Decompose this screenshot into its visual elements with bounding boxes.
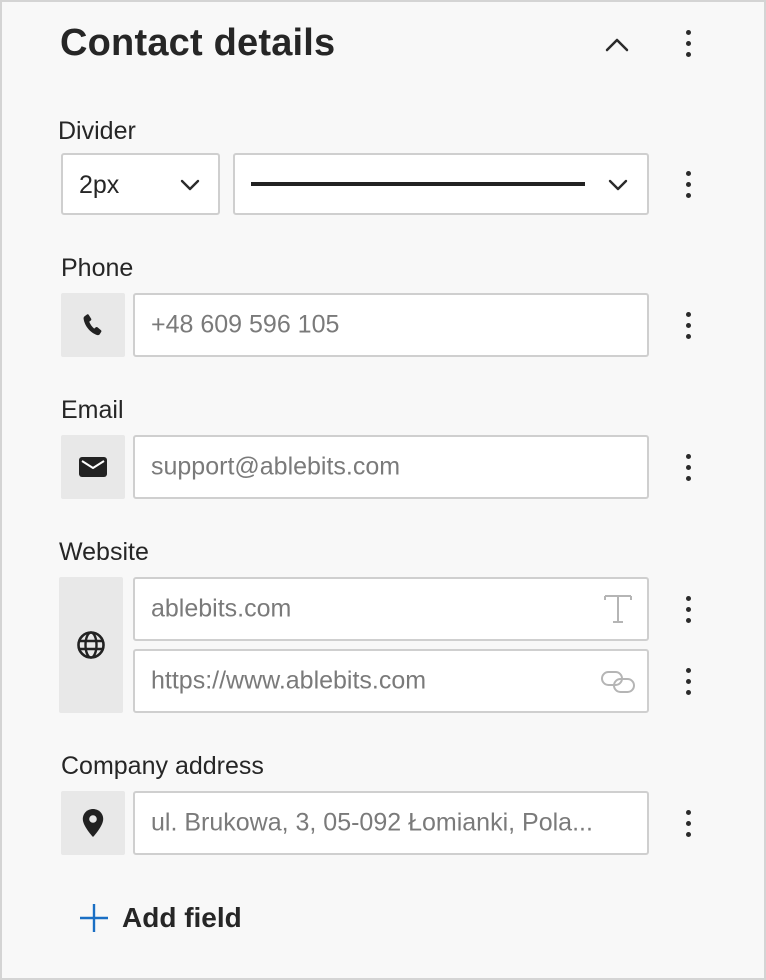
text-format-icon[interactable] bbox=[601, 592, 635, 626]
chevron-down-icon bbox=[608, 179, 628, 191]
address-icon-cell bbox=[61, 791, 125, 855]
email-input-placeholder: support@ablebits.com bbox=[151, 452, 401, 481]
address-more-options-button[interactable] bbox=[673, 803, 703, 843]
address-label: Company address bbox=[61, 752, 264, 780]
panel-title: Contact details bbox=[60, 22, 336, 64]
phone-icon bbox=[83, 314, 102, 336]
panel-more-options-button[interactable] bbox=[673, 23, 703, 63]
divider-label: Divider bbox=[58, 117, 136, 145]
divider-width-value: 2px bbox=[79, 171, 120, 199]
add-field-button[interactable]: Add field bbox=[78, 902, 242, 934]
website-text-input[interactable]: ablebits.com bbox=[133, 577, 649, 641]
divider-more-options-button[interactable] bbox=[673, 164, 703, 204]
chevron-up-icon bbox=[605, 38, 629, 52]
divider-style-select[interactable] bbox=[233, 153, 649, 215]
email-input[interactable]: support@ablebits.com bbox=[133, 435, 649, 499]
website-icon-cell bbox=[59, 577, 123, 713]
add-field-label: Add field bbox=[122, 902, 242, 933]
phone-more-options-button[interactable] bbox=[673, 305, 703, 345]
divider-width-select[interactable]: 2px bbox=[61, 153, 220, 215]
website-text-placeholder: ablebits.com bbox=[151, 594, 292, 623]
website-url-input[interactable]: https://www.ablebits.com bbox=[133, 649, 649, 713]
map-pin-icon bbox=[82, 809, 104, 837]
globe-icon bbox=[77, 631, 105, 659]
envelope-icon bbox=[79, 457, 107, 477]
chevron-down-icon bbox=[180, 179, 200, 191]
email-label: Email bbox=[61, 396, 124, 424]
website-url-more-options-button[interactable] bbox=[673, 661, 703, 701]
email-icon-cell bbox=[61, 435, 125, 499]
email-more-options-button[interactable] bbox=[673, 447, 703, 487]
website-url-placeholder: https://www.ablebits.com bbox=[151, 666, 427, 695]
website-text-more-options-button[interactable] bbox=[673, 589, 703, 629]
address-input-placeholder: ul. Brukowa, 3, 05-092 Łomianki, Pola... bbox=[151, 808, 593, 837]
collapse-button[interactable] bbox=[600, 28, 634, 62]
phone-label: Phone bbox=[61, 254, 134, 282]
phone-input-placeholder: +48 609 596 105 bbox=[151, 310, 340, 339]
plus-icon bbox=[80, 904, 108, 932]
link-icon[interactable] bbox=[599, 665, 637, 699]
contact-details-panel: Contact details Divider 2px Phone +48 60… bbox=[0, 0, 766, 980]
website-label: Website bbox=[59, 538, 149, 566]
phone-icon-cell bbox=[61, 293, 125, 357]
address-input[interactable]: ul. Brukowa, 3, 05-092 Łomianki, Pola... bbox=[133, 791, 649, 855]
divider-line-preview bbox=[251, 182, 585, 186]
phone-input[interactable]: +48 609 596 105 bbox=[133, 293, 649, 357]
